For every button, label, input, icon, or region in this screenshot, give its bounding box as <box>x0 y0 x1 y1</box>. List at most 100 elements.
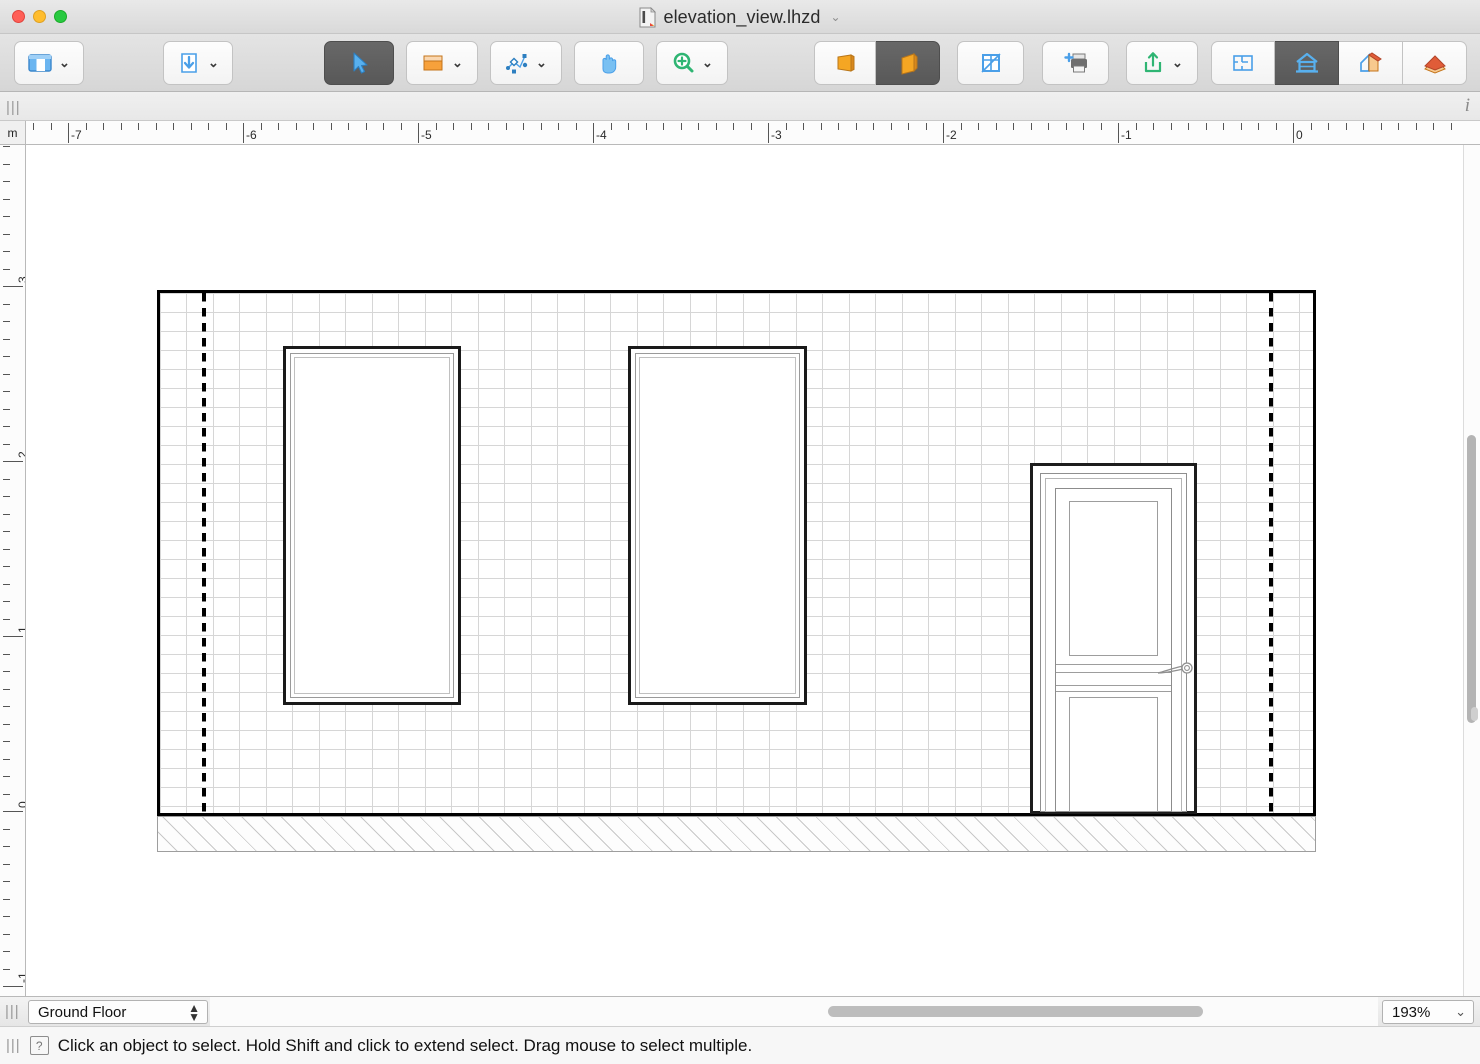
ruler-unit-label: m <box>0 121 26 145</box>
window-hide-toggle[interactable] <box>957 41 1024 85</box>
window-center-frame <box>635 353 800 698</box>
chevron-down-icon[interactable]: ⌄ <box>536 55 547 71</box>
door-right[interactable] <box>1030 463 1197 814</box>
chevron-down-icon[interactable]: ⌄ <box>59 55 70 71</box>
window-left-sash <box>294 357 450 694</box>
stepper-arrows-icon[interactable]: ▲▼ <box>188 1004 200 1022</box>
ruler-minor-tick <box>208 123 209 130</box>
import-button[interactable]: ⌄ <box>163 41 233 85</box>
ruler-minor-tick <box>3 934 10 935</box>
ruler-minor-tick <box>1311 123 1312 130</box>
ruler-minor-tick <box>156 123 157 130</box>
ruler-minor-tick <box>1276 123 1277 130</box>
node-edit-tool[interactable]: ⌄ <box>490 41 562 85</box>
drawing-canvas[interactable] <box>27 145 1467 996</box>
chevron-down-icon[interactable]: ⌄ <box>208 55 219 71</box>
window-left-frame <box>290 353 454 698</box>
ruler-minor-tick <box>348 123 349 130</box>
chevron-down-icon[interactable]: ⌄ <box>1455 1004 1466 1020</box>
ruler-minor-tick <box>278 123 279 130</box>
ruler-minor-tick <box>751 123 752 130</box>
chevron-down-icon[interactable]: ⌄ <box>452 55 463 71</box>
ruler-minor-tick <box>786 123 787 130</box>
ruler-minor-tick <box>3 269 10 270</box>
ruler-minor-tick <box>1153 123 1154 130</box>
add-print-button[interactable] <box>1042 41 1109 85</box>
ruler-minor-tick <box>3 374 10 375</box>
bottom-grip-handle[interactable]: ||| <box>5 1003 20 1020</box>
ruler-minor-tick <box>121 123 122 130</box>
ruler-minor-tick <box>996 123 997 130</box>
ruler-minor-tick <box>926 123 927 130</box>
floorplan-view[interactable] <box>1211 41 1275 85</box>
pan-tool[interactable] <box>574 41 644 85</box>
section-3d-view[interactable] <box>1339 41 1403 85</box>
ruler-major-tick <box>1118 123 1119 143</box>
ruler-minor-tick <box>51 123 52 130</box>
vertical-scroll-nub[interactable] <box>1471 707 1478 721</box>
ruler-label: 1 <box>16 626 26 633</box>
select-tool[interactable] <box>324 41 394 85</box>
wall-front-view[interactable] <box>814 41 876 85</box>
door-handle-icon[interactable] <box>1156 657 1196 683</box>
ruler-minor-tick <box>1258 123 1259 130</box>
ruler-minor-tick <box>3 164 10 165</box>
vertical-scrollbar-thumb[interactable] <box>1467 435 1476 723</box>
window-center[interactable] <box>628 346 807 705</box>
ruler-minor-tick <box>3 794 10 795</box>
sidebar-toggle[interactable]: ⌄ <box>14 41 84 85</box>
export-share-button[interactable]: ⌄ <box>1126 41 1198 85</box>
toolbar: ⌄ ⌄ ⌄ <box>0 34 1480 92</box>
help-question-icon[interactable]: ? <box>30 1036 49 1055</box>
ruler-minor-tick <box>558 123 559 130</box>
toolbar-group-print <box>1042 41 1109 85</box>
door-lock-rail-mid <box>1056 672 1171 673</box>
chevron-down-icon[interactable]: ⌄ <box>1172 55 1183 71</box>
title-chevron-down-icon[interactable]: ⌄ <box>830 10 840 24</box>
sub-toolbar: ||| i <box>0 92 1480 121</box>
horizontal-scrollbar-track[interactable] <box>210 997 1378 1026</box>
ruler-minor-tick <box>3 549 10 550</box>
horizontal-ruler[interactable]: m -7-6-5-4-3-2-10 <box>0 121 1480 145</box>
document-icon <box>639 7 656 28</box>
window-left[interactable] <box>283 346 461 705</box>
ruler-major-tick <box>768 123 769 143</box>
perspective-3d-view[interactable] <box>1403 41 1467 85</box>
ruler-minor-tick <box>3 776 10 777</box>
magnifier-plus-icon <box>669 49 697 77</box>
ruler-major-tick <box>3 636 23 637</box>
toolbar-grip-handle[interactable]: ||| <box>6 99 21 116</box>
floor-selector[interactable]: Ground Floor ▲▼ <box>28 1000 208 1024</box>
horizontal-scrollbar-thumb[interactable] <box>828 1006 1203 1017</box>
hand-pan-icon <box>595 49 623 77</box>
toolbar-group-share: ⌄ <box>1126 41 1198 85</box>
ruler-major-tick <box>68 123 69 143</box>
vertical-scrollbar-track[interactable] <box>1463 145 1480 996</box>
ruler-minor-tick <box>3 251 10 252</box>
door-leaf[interactable] <box>1055 488 1172 812</box>
ruler-label: 3 <box>16 276 26 283</box>
vertical-ruler[interactable]: 3210-1 <box>0 145 26 996</box>
ruler-label: -7 <box>71 128 82 142</box>
ruler-minor-tick <box>488 123 489 130</box>
elevation-view[interactable] <box>1275 41 1339 85</box>
ruler-minor-tick <box>3 654 10 655</box>
zoom-tool[interactable]: ⌄ <box>656 41 728 85</box>
ruler-label: 0 <box>1296 128 1303 142</box>
door-lock-rail-bot2 <box>1056 691 1171 692</box>
zoom-level-selector[interactable]: 193% ⌄ <box>1382 1000 1474 1024</box>
chevron-down-icon[interactable]: ⌄ <box>702 55 713 71</box>
window-title-area: elevation_view.lhzd ⌄ <box>0 0 1480 34</box>
wall-angled-view[interactable] <box>876 41 940 85</box>
ruler-minor-tick <box>226 123 227 130</box>
ruler-minor-tick <box>436 123 437 130</box>
status-grip-handle[interactable]: ||| <box>6 1037 21 1054</box>
ruler-minor-tick <box>3 496 10 497</box>
toolbar-group-wall-side <box>814 41 940 85</box>
ruler-minor-tick <box>3 409 10 410</box>
info-icon[interactable]: i <box>1465 95 1470 117</box>
foundation-slab[interactable] <box>157 816 1316 852</box>
wall-tool[interactable]: ⌄ <box>406 41 478 85</box>
ruler-minor-tick <box>3 969 10 970</box>
zoom-level-value: 193% <box>1392 1004 1430 1021</box>
